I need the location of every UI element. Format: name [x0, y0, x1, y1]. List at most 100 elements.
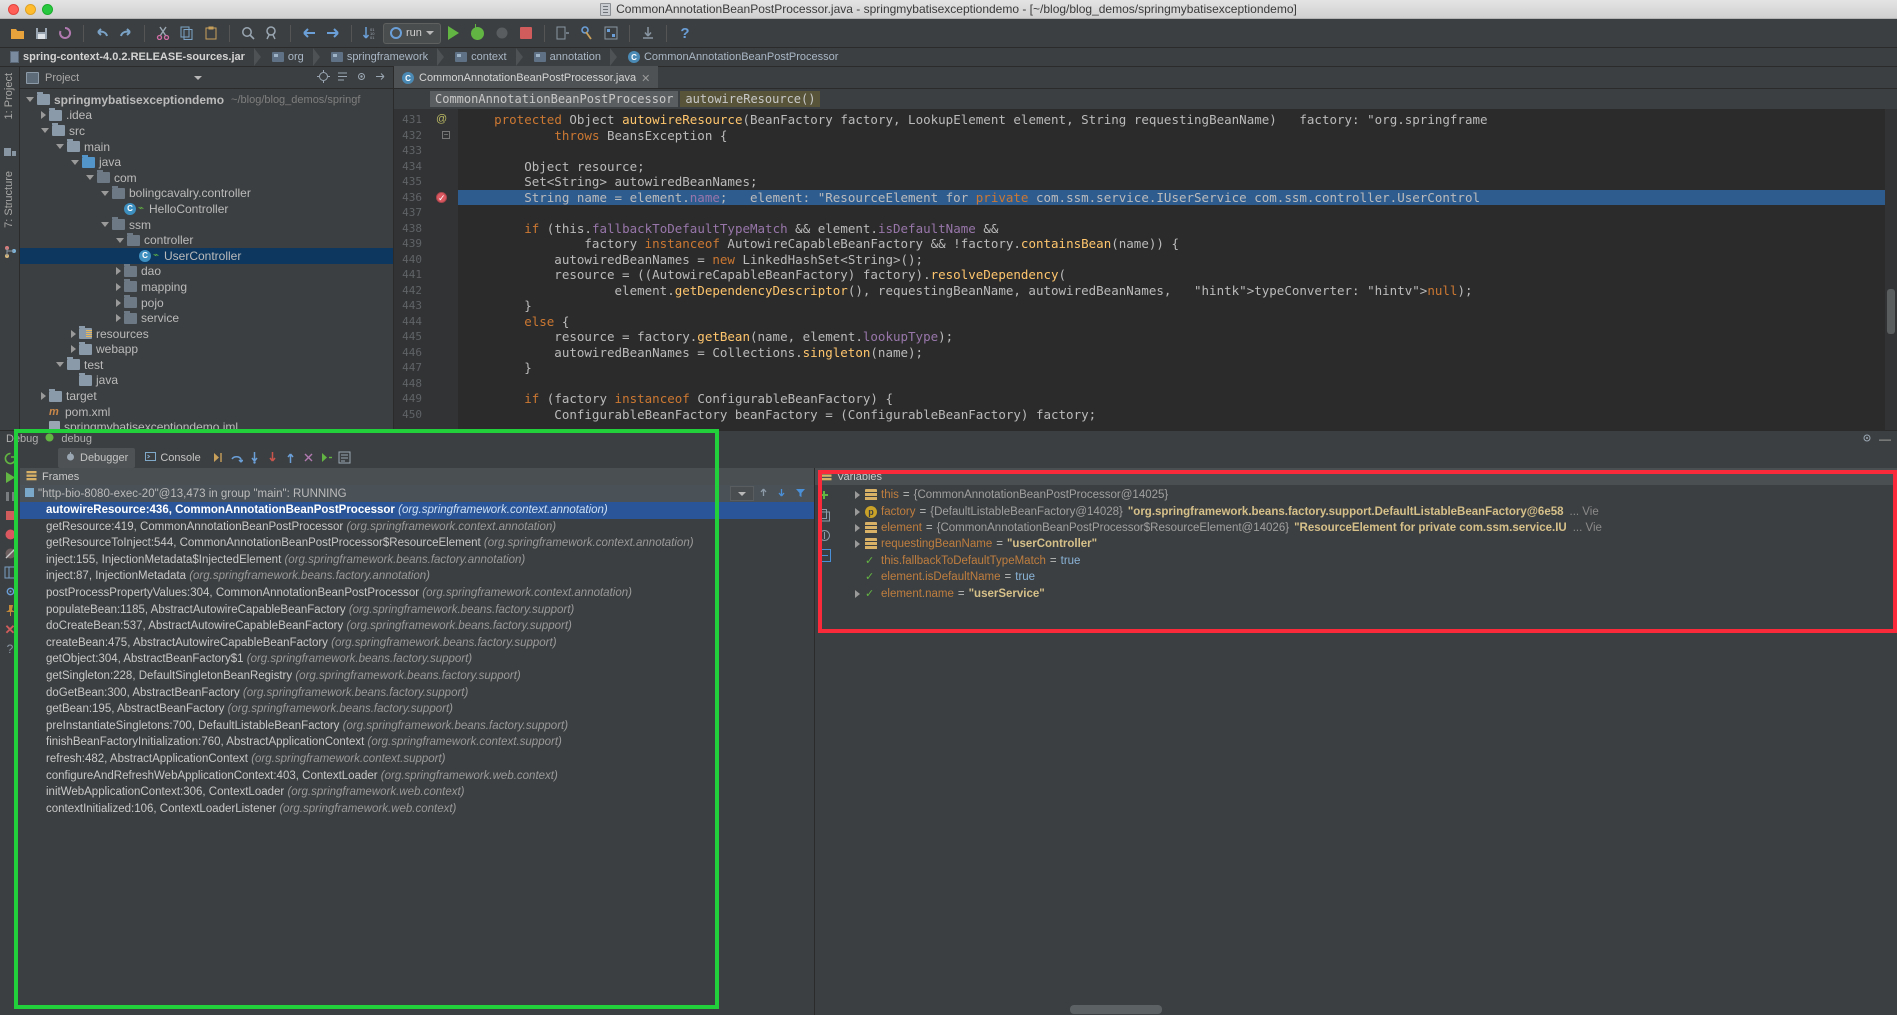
- frame-row[interactable]: contextInitialized:106, ContextLoaderLis…: [20, 801, 814, 818]
- frame-row[interactable]: getResource:419, CommonAnnotationBeanPos…: [20, 519, 814, 536]
- sort-icon[interactable]: 011001: [359, 22, 381, 44]
- tree-item-java[interactable]: java: [20, 154, 393, 170]
- member-method-label[interactable]: autowireResource(): [680, 91, 820, 107]
- collapse-all-icon[interactable]: [336, 70, 349, 86]
- chevron-down-icon[interactable]: [101, 222, 109, 227]
- save-icon[interactable]: [30, 22, 52, 44]
- rerun-icon[interactable]: [3, 452, 17, 466]
- tree-item-usercontroller[interactable]: C⌁UserController: [20, 248, 393, 264]
- tree-item-controller[interactable]: controller: [20, 232, 393, 248]
- close-icon[interactable]: ✕: [641, 72, 650, 85]
- gutter-row[interactable]: [426, 221, 458, 237]
- code-line[interactable]: [458, 143, 1885, 159]
- tree-item-target[interactable]: target: [20, 388, 393, 404]
- structure-icon[interactable]: [600, 22, 622, 44]
- force-step-into-icon[interactable]: [265, 450, 280, 465]
- code-line[interactable]: autowiredBeanNames = Collections.singlet…: [458, 345, 1885, 361]
- gutter-row[interactable]: [426, 314, 458, 330]
- code-line[interactable]: factory instanceof AutowireCapableBeanFa…: [458, 236, 1885, 252]
- chevron-right-icon[interactable]: [71, 330, 76, 338]
- redo-icon[interactable]: [115, 22, 137, 44]
- code-line[interactable]: autowiredBeanNames = new LinkedHashSet<S…: [458, 252, 1885, 268]
- open-folder-icon[interactable]: [6, 22, 28, 44]
- hide-panel-icon[interactable]: —: [1879, 432, 1891, 446]
- tree-item-main[interactable]: main: [20, 139, 393, 155]
- variable-row[interactable]: this={CommonAnnotationBeanPostProcessor@…: [837, 487, 1897, 503]
- breadcrumb-item-org[interactable]: org: [268, 48, 327, 67]
- frames-down-icon[interactable]: [772, 487, 790, 501]
- evaluate-icon[interactable]: [818, 549, 834, 565]
- tab-debugger[interactable]: Debugger: [58, 448, 135, 468]
- chevron-down-icon[interactable]: [56, 144, 64, 149]
- sidebar-item-structure[interactable]: 7: Structure: [3, 171, 15, 228]
- editor-tab[interactable]: C CommonAnnotationBeanPostProcessor.java…: [394, 66, 658, 88]
- code-line[interactable]: protected Object autowireResource(BeanFa…: [458, 112, 1885, 128]
- help-icon[interactable]: ?: [3, 642, 17, 656]
- chevron-right-icon[interactable]: [855, 491, 860, 499]
- fold-marker-icon[interactable]: −: [442, 131, 450, 139]
- frame-row[interactable]: preInstantiateSingletons:700, DefaultLis…: [20, 718, 814, 735]
- evaluate-expression-icon[interactable]: [337, 450, 352, 465]
- gutter-row[interactable]: [426, 329, 458, 345]
- frame-row[interactable]: configureAndRefreshWebApplicationContext…: [20, 768, 814, 785]
- variable-row[interactable]: element={CommonAnnotationBeanPostProcess…: [837, 520, 1897, 536]
- variable-row[interactable]: requestingBeanName="userController": [837, 536, 1897, 552]
- chevron-down-icon[interactable]: [71, 160, 79, 165]
- stop-icon[interactable]: [515, 22, 537, 44]
- drop-frame-icon[interactable]: [301, 450, 316, 465]
- replace-icon[interactable]: [261, 22, 283, 44]
- chevron-right-icon[interactable]: [855, 590, 860, 598]
- thread-dropdown[interactable]: [730, 486, 754, 501]
- view-breakpoints-icon[interactable]: [3, 528, 17, 542]
- pin-icon[interactable]: [3, 604, 17, 618]
- code-line[interactable]: if (factory instanceof ConfigurableBeanF…: [458, 391, 1885, 407]
- gutter-row[interactable]: [426, 159, 458, 175]
- tab-console[interactable]: Console: [138, 448, 207, 468]
- frame-row[interactable]: refresh:482, AbstractApplicationContext …: [20, 751, 814, 768]
- layout-icon[interactable]: [3, 566, 17, 580]
- gutter-row[interactable]: −: [426, 128, 458, 144]
- chevron-down-icon[interactable]: [101, 191, 109, 196]
- debug-icon[interactable]: [467, 22, 489, 44]
- code-line[interactable]: Object resource;: [458, 159, 1885, 175]
- code-line[interactable]: [458, 376, 1885, 392]
- tree-item-com[interactable]: com: [20, 170, 393, 186]
- run-icon[interactable]: [443, 22, 465, 44]
- chevron-right-icon[interactable]: [116, 283, 121, 291]
- copy-icon[interactable]: [176, 22, 198, 44]
- gear-icon[interactable]: [355, 70, 368, 86]
- breadcrumb-item-context[interactable]: context: [451, 48, 529, 67]
- chevron-down-icon[interactable]: [194, 76, 202, 80]
- code-line[interactable]: else {: [458, 314, 1885, 330]
- step-over-icon[interactable]: [229, 450, 244, 465]
- code-line[interactable]: [458, 205, 1885, 221]
- gutter-row[interactable]: [426, 283, 458, 299]
- frames-up-icon[interactable]: [754, 487, 772, 501]
- chevron-down-icon[interactable]: [116, 238, 124, 243]
- update-icon[interactable]: [637, 22, 659, 44]
- tree-item-pom-xml[interactable]: mpom.xml: [20, 404, 393, 420]
- variables-horizontal-scrollbar[interactable]: [1070, 1005, 1260, 1014]
- annotation-at-icon[interactable]: @: [436, 112, 447, 128]
- tree-item--idea[interactable]: .idea: [20, 108, 393, 124]
- tree-item-ssm[interactable]: ssm: [20, 217, 393, 233]
- gutter-row[interactable]: [426, 407, 458, 423]
- gutter-row[interactable]: [426, 252, 458, 268]
- tree-item-service[interactable]: service: [20, 310, 393, 326]
- frame-row[interactable]: initWebApplicationContext:306, ContextLo…: [20, 784, 814, 801]
- breadcrumb-item-springframework[interactable]: springframework: [327, 48, 451, 67]
- coverage-icon[interactable]: [491, 22, 513, 44]
- gutter-row[interactable]: [426, 236, 458, 252]
- step-into-icon[interactable]: [247, 450, 262, 465]
- gutter-row[interactable]: [426, 376, 458, 392]
- variable-row[interactable]: ✓element.isDefaultName=true: [837, 569, 1897, 585]
- code-line[interactable]: resource = factory.getBean(name, element…: [458, 329, 1885, 345]
- run-configuration-selector[interactable]: run: [383, 23, 441, 44]
- variable-more-link[interactable]: ... Vie: [1573, 522, 1602, 534]
- find-icon[interactable]: [237, 22, 259, 44]
- gutter-row[interactable]: [426, 174, 458, 190]
- chevron-right-icon[interactable]: [41, 392, 46, 400]
- tree-item-java[interactable]: java: [20, 373, 393, 389]
- frame-row[interactable]: inject:155, InjectionMetadata$InjectedEl…: [20, 552, 814, 569]
- tree-item-test[interactable]: test: [20, 357, 393, 373]
